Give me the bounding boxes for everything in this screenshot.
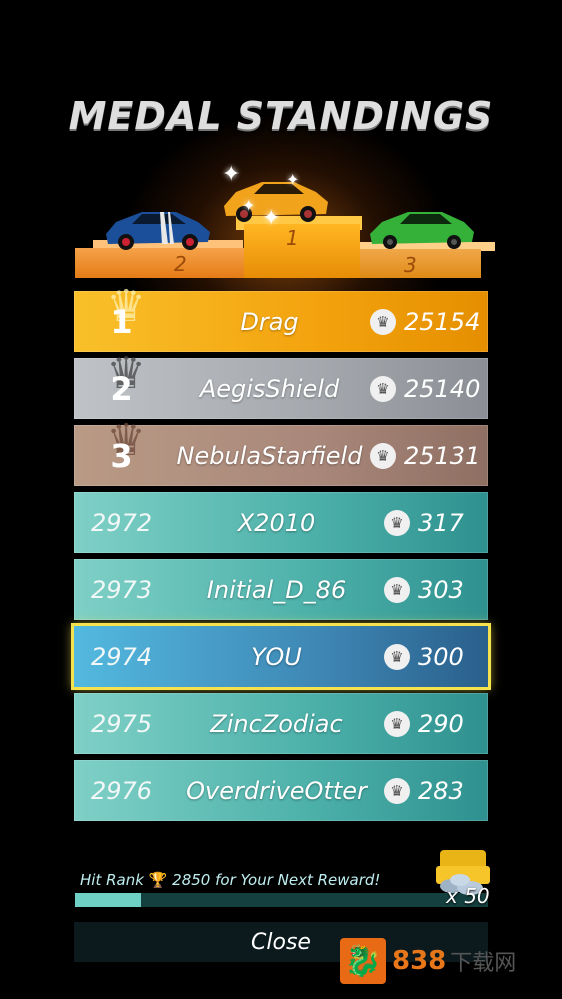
podium-number-2: 2: [174, 252, 187, 276]
player-score: ♛ 283: [384, 777, 488, 805]
player-name: X2010: [237, 508, 316, 537]
crown-icon: ♛: [370, 308, 396, 335]
player-name: ZincZodiac: [210, 709, 343, 738]
player-name: Initial_D_86: [206, 575, 347, 604]
rank-medal: ♛ 1: [106, 280, 146, 341]
leaderboard-row-second: ♛ 2 AegisShield ♛ 25140: [74, 347, 488, 419]
watermark-logo: 🐉 838 下载网: [340, 934, 530, 988]
podium-step-3: [360, 249, 481, 278]
player-name: OverdriveOtter: [186, 776, 367, 805]
sparkle-icon: ✦: [262, 206, 281, 231]
player-score: ♛ 300: [384, 643, 488, 671]
leaderboard-row: 2972 X2010 ♛ 317: [74, 492, 488, 553]
crown-icon: ♛: [384, 777, 410, 804]
trophy-icon: 🏆: [148, 871, 168, 889]
leaderboard-row-you: 2974 YOU ♛ 300: [74, 626, 488, 687]
crown-icon: ♛: [384, 643, 410, 670]
reward-progress-fill: [75, 893, 142, 907]
leaderboard-row-third: ♛ 3 NebulaStarfield ♛ 25131: [74, 414, 488, 486]
player-rank: 2975: [90, 709, 153, 738]
player-rank: 2973: [90, 575, 153, 604]
podium-step-1: [244, 224, 360, 278]
player-score: ♛ 303: [384, 576, 488, 604]
leaderboard-row: 2975 ZincZodiac ♛ 290: [74, 693, 488, 754]
crown-icon: ♛: [384, 576, 410, 603]
crown-icon: ♛: [384, 710, 410, 737]
podium-step-2: [75, 248, 244, 278]
next-reward-text: Hit Rank 🏆 2850 for Your Next Reward!: [80, 871, 381, 889]
crown-icon: ♛: [370, 442, 396, 469]
leaderboard-row-first: ♛ 1 Drag ♛ 25154: [74, 280, 488, 352]
podium-number-3: 3: [404, 253, 417, 277]
player-score: ♛ 25131: [370, 442, 488, 470]
leaderboard-row: 2973 Initial_D_86 ♛ 303: [74, 559, 488, 620]
leaderboard-row: 2976 OverdriveOtter ♛ 283: [74, 760, 488, 821]
podium-number-1: 1: [286, 226, 299, 250]
player-rank: 2976: [90, 776, 153, 805]
second-place-car-icon: [106, 212, 210, 250]
player-rank: 2972: [90, 508, 153, 537]
rank-medal: ♛ 3: [106, 414, 146, 475]
player-score: ♛ 25154: [370, 308, 488, 336]
sparkle-icon: ✦: [242, 196, 256, 215]
rank-medal: ♛ 2: [106, 347, 146, 408]
player-score: ♛ 290: [384, 710, 488, 738]
player-name: AegisShield: [199, 374, 340, 403]
crown-icon: ♛: [370, 375, 396, 402]
player-rank: 2974: [90, 642, 153, 671]
dragon-icon: 🐉: [340, 938, 386, 984]
podium: 1 2 3 ✦ ✦ ✦ ✦: [0, 0, 562, 290]
player-name: YOU: [251, 642, 302, 671]
player-name: Drag: [240, 307, 299, 336]
player-score: ♛ 25140: [370, 375, 488, 403]
player-name: NebulaStarfield: [176, 441, 363, 470]
reward-multiplier: x 50: [446, 884, 490, 908]
third-place-car-icon: [370, 212, 474, 249]
reward-progress-bar: [75, 893, 488, 907]
sparkle-icon: ✦: [286, 170, 300, 189]
player-score: ♛ 317: [384, 509, 488, 537]
sparkle-icon: ✦: [222, 162, 241, 187]
crown-icon: ♛: [384, 509, 410, 536]
